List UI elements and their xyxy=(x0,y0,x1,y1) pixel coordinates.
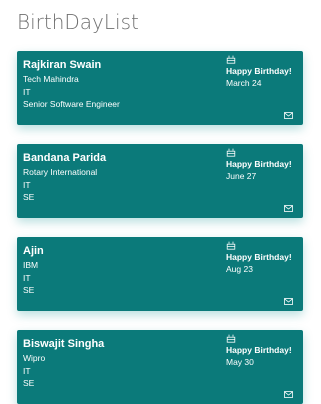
person-role: Senior Software Engineer xyxy=(23,99,120,109)
birthday-card[interactable]: Biswajit Singha Wipro IT SE Happy Birthd… xyxy=(17,330,303,404)
person-department: IT xyxy=(23,179,31,190)
birthday-details: Happy Birthday! March 24 xyxy=(226,55,301,89)
birthday-card[interactable]: Bandana Parida Rotary International IT S… xyxy=(17,144,303,218)
birthday-details: Happy Birthday! June 27 xyxy=(226,148,301,182)
person-role: SE xyxy=(23,285,35,295)
birthday-card[interactable]: Ajin IBM IT SE Happy Birthday! Aug 23 xyxy=(17,237,303,311)
birthday-date: June 27 xyxy=(226,171,257,181)
cake-icon xyxy=(226,334,236,343)
person-department: IT xyxy=(23,365,31,376)
person-name: Rajkiran Swain xyxy=(23,59,102,71)
mail-icon[interactable] xyxy=(284,205,293,212)
birthday-date: May 30 xyxy=(226,357,254,367)
birthday-greeting: Happy Birthday! xyxy=(226,252,292,262)
page-title: BirthDayList xyxy=(17,10,139,34)
person-company: Wipro xyxy=(23,353,46,363)
person-details: Biswajit Singha Wipro IT SE xyxy=(23,337,213,390)
mail-icon[interactable] xyxy=(284,298,293,305)
birthday-card[interactable]: Rajkiran Swain Tech Mahindra IT Senior S… xyxy=(17,51,303,125)
mail-icon[interactable] xyxy=(284,391,293,398)
cake-icon xyxy=(226,241,236,250)
person-role: SE xyxy=(23,192,35,202)
person-department: IT xyxy=(23,272,31,283)
birthday-greeting: Happy Birthday! xyxy=(226,345,292,355)
birthday-card-list: Rajkiran Swain Tech Mahindra IT Senior S… xyxy=(17,51,303,404)
person-name: Bandana Parida xyxy=(23,152,107,164)
cake-icon xyxy=(226,148,236,157)
birthday-list-page: BirthDayList Rajkiran Swain Tech Mahindr… xyxy=(0,0,321,404)
person-company: IBM xyxy=(23,260,39,270)
person-company: Rotary International xyxy=(23,167,98,177)
birthday-date: March 24 xyxy=(226,78,262,88)
person-company: Tech Mahindra xyxy=(23,74,79,84)
birthday-greeting: Happy Birthday! xyxy=(226,66,292,76)
person-department: IT xyxy=(23,86,31,97)
birthday-greeting: Happy Birthday! xyxy=(226,159,292,169)
person-details: Ajin IBM IT SE xyxy=(23,244,213,297)
birthday-date: Aug 23 xyxy=(226,264,253,274)
birthday-details: Happy Birthday! Aug 23 xyxy=(226,241,301,275)
person-role: SE xyxy=(23,378,35,388)
person-name: Biswajit Singha xyxy=(23,338,105,350)
person-name: Ajin xyxy=(23,245,44,257)
cake-icon xyxy=(226,55,236,64)
mail-icon[interactable] xyxy=(284,112,293,119)
birthday-details: Happy Birthday! May 30 xyxy=(226,334,301,368)
person-details: Rajkiran Swain Tech Mahindra IT Senior S… xyxy=(23,58,213,111)
person-details: Bandana Parida Rotary International IT S… xyxy=(23,151,213,204)
